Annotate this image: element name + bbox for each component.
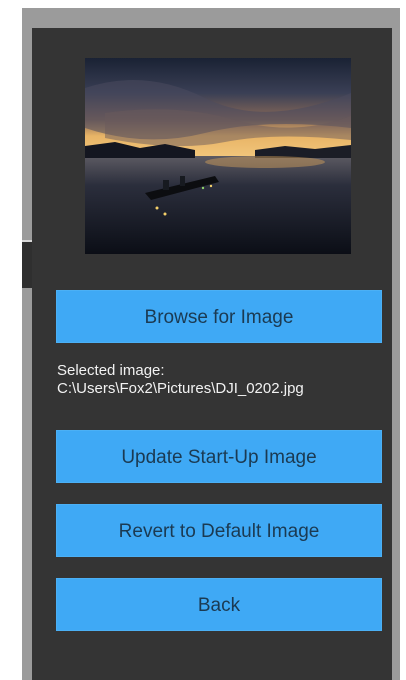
image-settings-panel: Browse for Image Selected image: C:\User… — [32, 28, 392, 680]
revert-default-image-button[interactable]: Revert to Default Image — [56, 504, 382, 557]
selected-image-label: Selected image: — [57, 362, 165, 379]
sunset-harbor-image — [85, 58, 351, 254]
side-tab[interactable] — [22, 240, 32, 288]
browse-image-button[interactable]: Browse for Image — [56, 290, 382, 343]
window-frame: Browse for Image Selected image: C:\User… — [22, 8, 400, 680]
update-startup-image-button[interactable]: Update Start-Up Image — [56, 430, 382, 483]
selected-image-info: Selected image: C:\Users\Fox2\Pictures\D… — [57, 362, 387, 398]
back-button[interactable]: Back — [56, 578, 382, 631]
startup-image-preview — [85, 58, 351, 254]
selected-image-path: C:\Users\Fox2\Pictures\DJI_0202.jpg — [57, 380, 304, 397]
